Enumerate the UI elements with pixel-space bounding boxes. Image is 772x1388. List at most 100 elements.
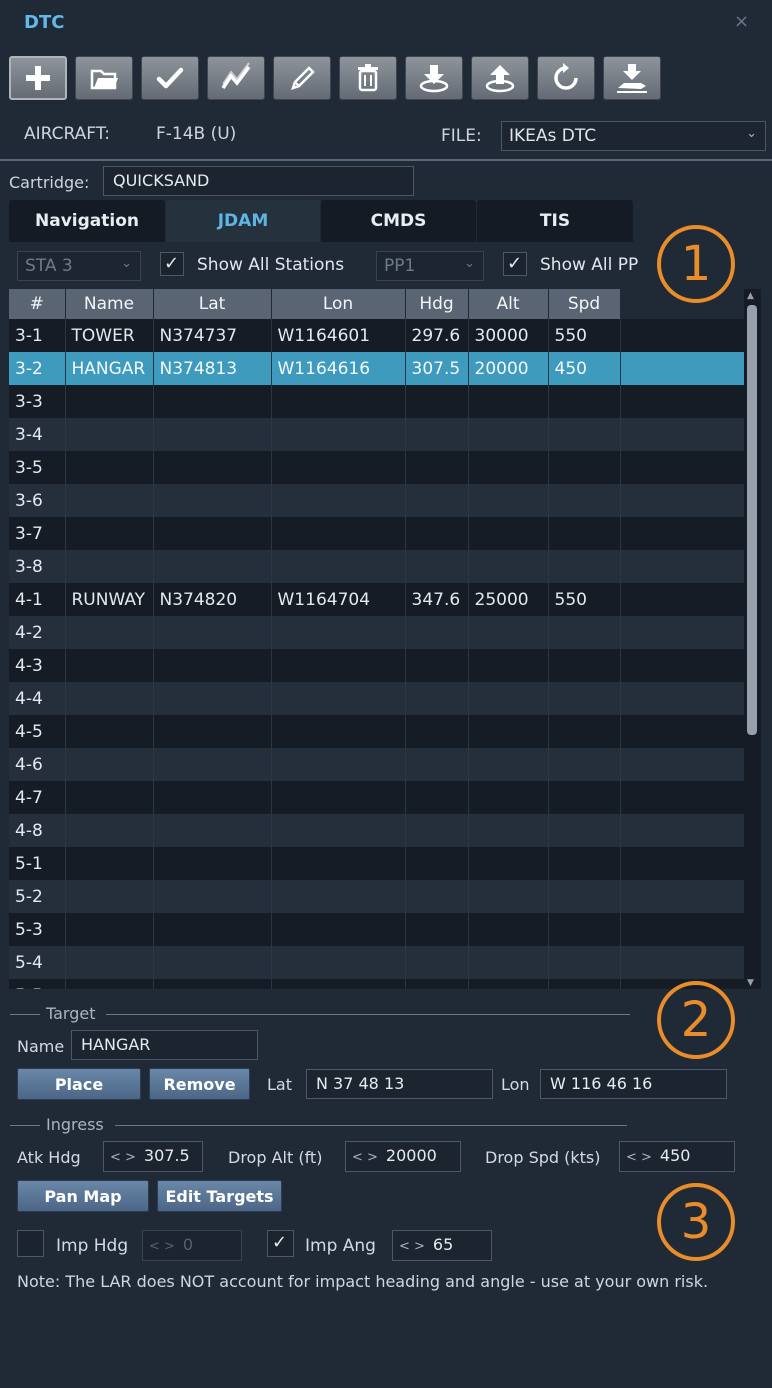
table-cell[interactable]: 25000 <box>468 583 549 616</box>
table-cell[interactable] <box>548 451 621 484</box>
table-cell[interactable]: W1164704 <box>271 583 406 616</box>
table-cell[interactable]: N374813 <box>153 352 272 385</box>
table-cell[interactable]: HANGAR <box>65 352 154 385</box>
table-cell[interactable] <box>548 814 621 847</box>
table-row[interactable]: 4-7 <box>9 781 744 814</box>
table-cell[interactable] <box>405 616 469 649</box>
table-cell[interactable] <box>271 418 406 451</box>
table-cell[interactable] <box>468 715 549 748</box>
table-cell[interactable] <box>405 979 469 989</box>
show-all-pp-checkbox[interactable]: ✓ <box>503 252 527 276</box>
table-row[interactable]: 4-3 <box>9 649 744 682</box>
tab-jdam[interactable]: JDAM <box>166 200 320 242</box>
table-cell[interactable] <box>65 550 154 583</box>
table-cell[interactable] <box>271 451 406 484</box>
pan-map-button[interactable]: Pan Map <box>17 1180 149 1212</box>
table-cell[interactable]: RUNWAY <box>65 583 154 616</box>
table-cell[interactable] <box>271 715 406 748</box>
table-cell[interactable]: N374820 <box>153 583 272 616</box>
table-cell[interactable] <box>153 880 272 913</box>
add-button[interactable] <box>9 56 67 100</box>
lon-input[interactable]: W 116 46 16 <box>540 1069 727 1099</box>
table-cell[interactable]: 30000 <box>468 319 549 352</box>
table-cell[interactable]: 4-7 <box>9 781 66 814</box>
table-cell[interactable] <box>405 715 469 748</box>
table-cell[interactable] <box>65 847 154 880</box>
table-cell[interactable] <box>405 451 469 484</box>
table-cell[interactable] <box>405 814 469 847</box>
table-cell[interactable] <box>548 880 621 913</box>
table-cell[interactable] <box>271 979 406 989</box>
column-header[interactable]: Lon <box>271 289 406 319</box>
stepper-arrows-icon[interactable]: < > <box>149 1239 175 1254</box>
atk-hdg-stepper[interactable]: < > 307.5 <box>103 1141 203 1172</box>
table-cell[interactable] <box>468 913 549 946</box>
table-cell[interactable] <box>405 649 469 682</box>
table-cell[interactable] <box>271 550 406 583</box>
table-cell[interactable]: 450 <box>548 352 621 385</box>
table-cell[interactable] <box>548 748 621 781</box>
table-cell[interactable] <box>271 616 406 649</box>
table-cell[interactable]: 4-4 <box>9 682 66 715</box>
table-cell[interactable] <box>271 517 406 550</box>
table-cell[interactable] <box>405 880 469 913</box>
upload-button[interactable] <box>471 56 529 100</box>
table-cell[interactable]: 550 <box>548 319 621 352</box>
table-cell[interactable]: 3-5 <box>9 451 66 484</box>
table-cell[interactable] <box>153 484 272 517</box>
table-cell[interactable]: 5-5 <box>9 979 66 989</box>
table-cell[interactable] <box>65 682 154 715</box>
table-row[interactable]: 5-3 <box>9 913 744 946</box>
table-cell[interactable] <box>405 385 469 418</box>
table-row[interactable]: 3-3 <box>9 385 744 418</box>
table-row[interactable]: 5-5 <box>9 979 744 989</box>
table-cell[interactable] <box>405 517 469 550</box>
table-row[interactable]: 3-1 TOWER N374737 W1164601 297.6 30000 550 <box>9 319 744 352</box>
table-cell[interactable] <box>153 451 272 484</box>
table-cell[interactable]: 5-2 <box>9 880 66 913</box>
table-row[interactable]: 4-4 <box>9 682 744 715</box>
table-cell[interactable]: W1164616 <box>271 352 406 385</box>
waypoint-table[interactable]: # Name Lat Lon Hdg Alt Spd 3-1 TOWER N3747… <box>9 289 744 989</box>
stepper-arrows-icon[interactable]: < > <box>352 1150 378 1165</box>
table-cell[interactable]: 3-8 <box>9 550 66 583</box>
table-cell[interactable]: 4-6 <box>9 748 66 781</box>
open-button[interactable] <box>75 56 133 100</box>
scroll-down-icon[interactable]: ▼ <box>747 978 754 988</box>
table-cell[interactable] <box>405 946 469 979</box>
table-cell[interactable] <box>153 847 272 880</box>
table-cell[interactable] <box>65 451 154 484</box>
table-cell[interactable] <box>468 814 549 847</box>
table-cell[interactable]: 5-4 <box>9 946 66 979</box>
table-cell[interactable] <box>468 484 549 517</box>
table-cell[interactable] <box>405 748 469 781</box>
table-cell[interactable] <box>271 682 406 715</box>
column-header[interactable]: Spd <box>548 289 621 319</box>
table-cell[interactable] <box>65 517 154 550</box>
table-cell[interactable] <box>65 385 154 418</box>
lat-input[interactable]: N 37 48 13 <box>306 1069 493 1099</box>
reset-button[interactable] <box>537 56 595 100</box>
table-cell[interactable] <box>468 451 549 484</box>
load-aircraft-button[interactable] <box>603 56 661 100</box>
tab-cmds[interactable]: CMDS <box>321 200 476 242</box>
table-cell[interactable]: 297.6 <box>405 319 469 352</box>
table-row[interactable]: 3-6 <box>9 484 744 517</box>
scroll-up-icon[interactable]: ▲ <box>747 291 754 301</box>
scrollbar-thumb[interactable] <box>747 305 757 735</box>
place-button[interactable]: Place <box>17 1068 141 1100</box>
table-cell[interactable] <box>468 550 549 583</box>
table-cell[interactable]: 3-2 <box>9 352 66 385</box>
table-cell[interactable] <box>548 616 621 649</box>
table-cell[interactable]: 20000 <box>468 352 549 385</box>
table-cell[interactable] <box>468 847 549 880</box>
table-cell[interactable]: 3-3 <box>9 385 66 418</box>
imp-hdg-checkbox[interactable] <box>17 1230 44 1257</box>
table-cell[interactable] <box>65 484 154 517</box>
target-name-input[interactable]: HANGAR <box>71 1030 258 1060</box>
table-cell[interactable]: 3-7 <box>9 517 66 550</box>
tab-navigation[interactable]: Navigation <box>9 200 165 242</box>
table-row[interactable]: 4-6 <box>9 748 744 781</box>
column-header[interactable]: Alt <box>468 289 549 319</box>
table-cell[interactable] <box>65 748 154 781</box>
